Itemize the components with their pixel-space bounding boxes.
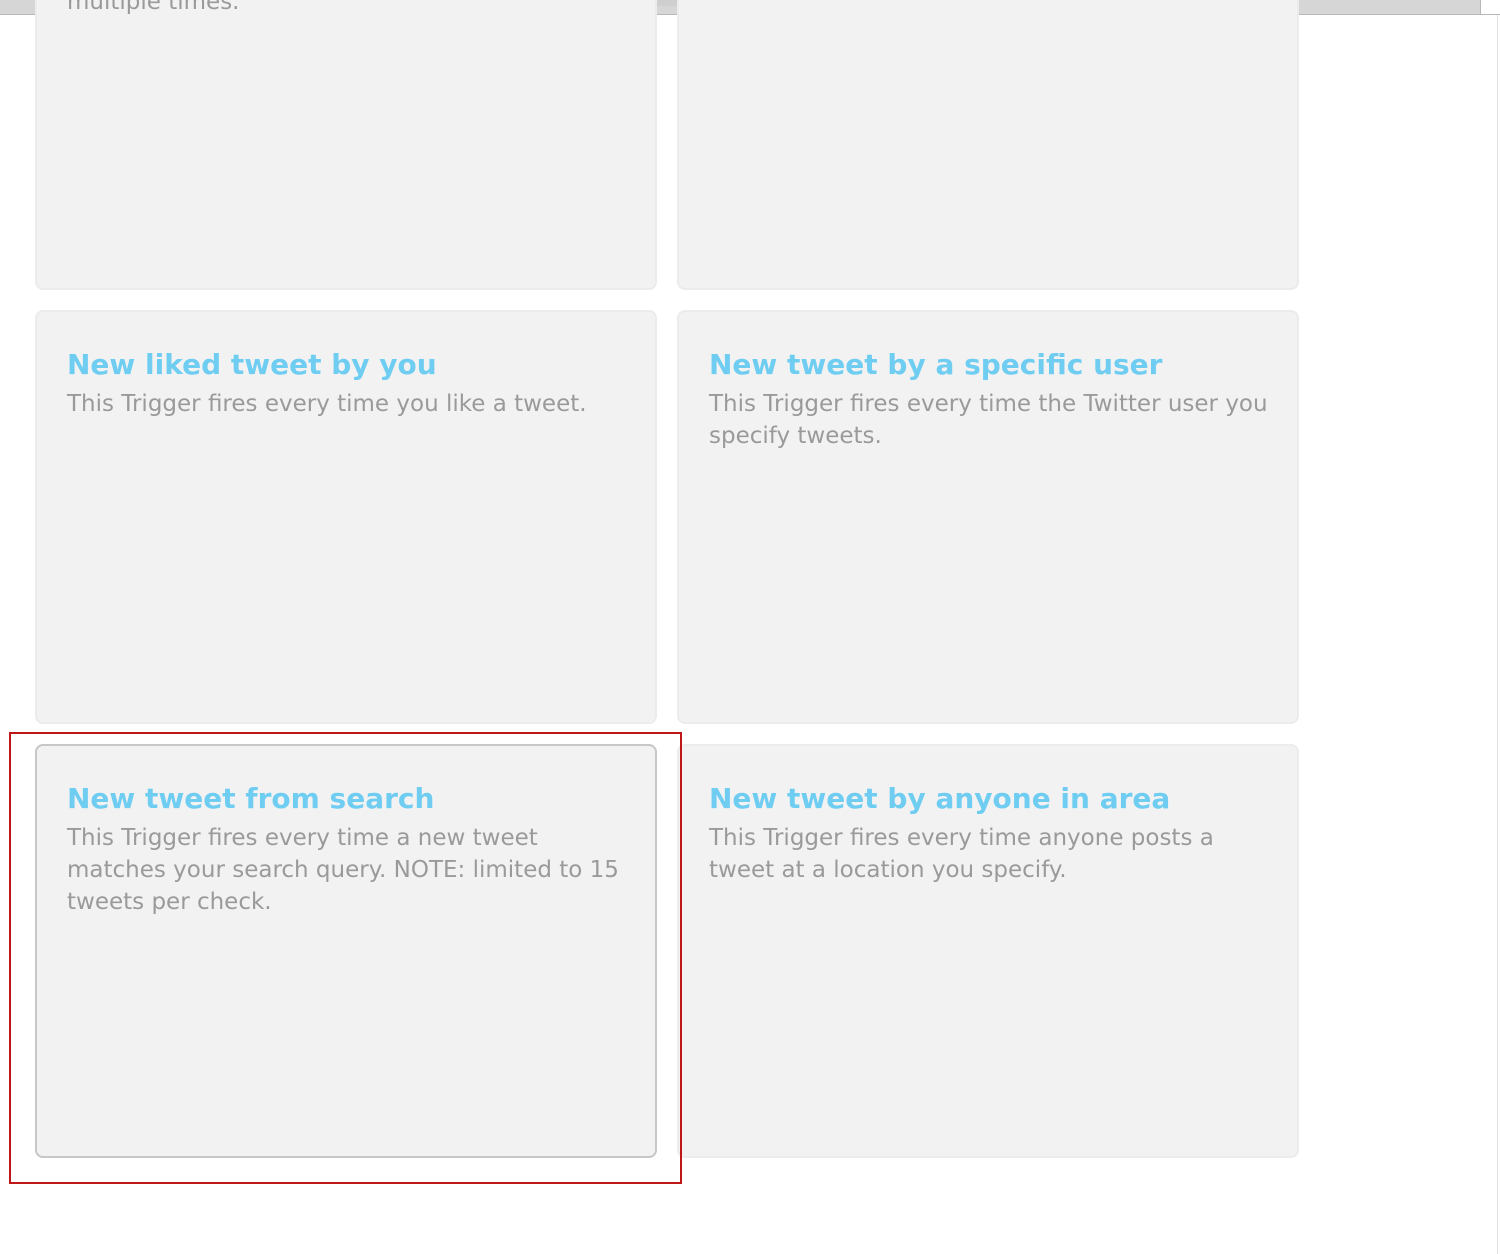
window-corner: [1480, 0, 1500, 15]
trigger-title: New tweet by a specific user: [709, 348, 1163, 381]
trigger-title: New tweet from search: [67, 782, 435, 815]
trigger-card-top-left[interactable]: multiple times.: [35, 0, 657, 290]
trigger-description: This Trigger fires every time a new twee…: [67, 825, 619, 915]
trigger-title: New tweet by anyone in area: [709, 782, 1171, 815]
trigger-card-tweet-from-search[interactable]: New tweet from search This Trigger fires…: [35, 744, 657, 1158]
trigger-title: New liked tweet by you: [67, 348, 437, 381]
trigger-description: multiple times.: [67, 0, 240, 15]
trigger-card-anyone-in-area[interactable]: New tweet by anyone in area This Trigger…: [677, 744, 1299, 1158]
trigger-description: This Trigger fires every time anyone pos…: [709, 825, 1214, 883]
trigger-card-new-liked-tweet[interactable]: New liked tweet by you This Trigger fire…: [35, 310, 657, 724]
scrollbar-track[interactable]: [1497, 15, 1498, 1254]
trigger-description: This Trigger fires every time you like a…: [67, 391, 587, 417]
trigger-description: This Trigger fires every time the Twitte…: [709, 391, 1268, 449]
trigger-card-top-right[interactable]: [677, 0, 1299, 290]
trigger-card-specific-user[interactable]: New tweet by a specific user This Trigge…: [677, 310, 1299, 724]
